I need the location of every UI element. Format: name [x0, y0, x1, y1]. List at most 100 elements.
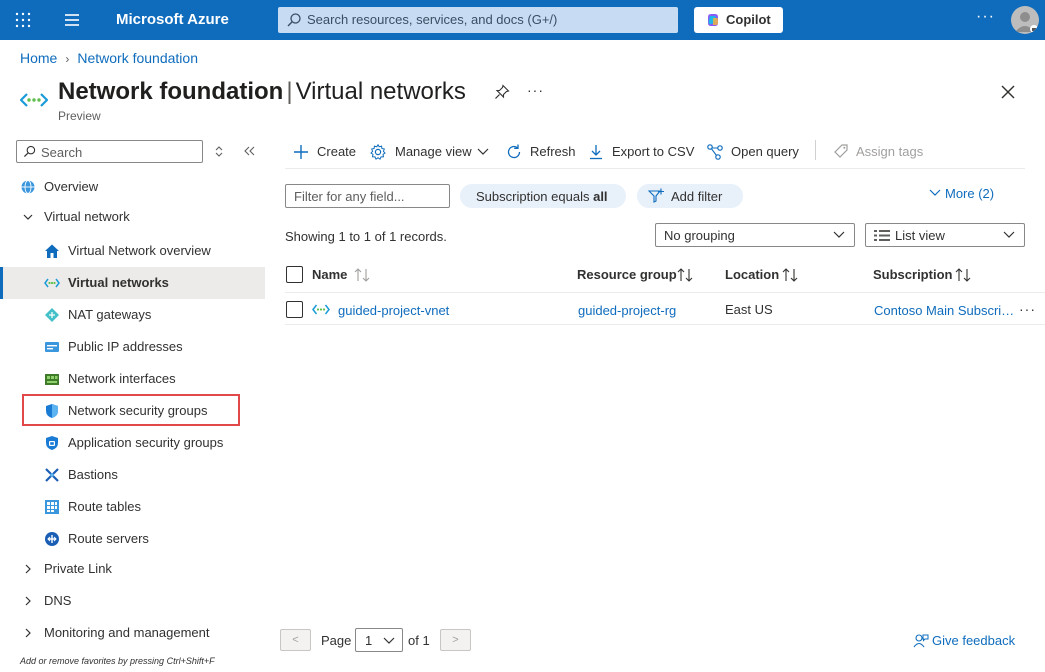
global-search-input[interactable]: Search resources, services, and docs (G+… — [278, 7, 678, 33]
next-page-button[interactable]: > — [440, 629, 471, 651]
chevron-down-icon — [929, 189, 941, 196]
row-checkbox[interactable] — [286, 301, 303, 318]
copilot-icon — [708, 14, 718, 26]
row-more-icon[interactable]: ··· — [1019, 301, 1036, 317]
breadcrumb-network-foundation[interactable]: Network foundation — [77, 50, 198, 66]
nav-item-label: Route tables — [68, 499, 141, 514]
download-icon — [590, 145, 602, 160]
column-header-subscription[interactable]: Subscription — [873, 267, 952, 282]
nav-item-virtual-network-overview[interactable]: Virtual Network overview — [0, 235, 265, 267]
top-bar: Microsoft Azure Search resources, servic… — [0, 0, 1045, 40]
more-filters-link[interactable]: More (2) — [929, 186, 994, 201]
sort-icon[interactable] — [677, 268, 694, 282]
nav-item-nat-gateways[interactable]: NAT gateways — [0, 299, 265, 331]
nav-item-network-interfaces[interactable]: Network interfaces — [0, 363, 265, 395]
row-resource-group-link[interactable]: guided-project-rg — [578, 303, 676, 318]
sort-icon[interactable] — [955, 268, 972, 282]
nav-item-label: Monitoring and management — [44, 625, 210, 640]
settings-more-icon[interactable]: ··· — [976, 8, 995, 26]
page-title-separator: | — [286, 78, 293, 105]
highlight-box — [22, 394, 240, 426]
more-filters-label: More (2) — [945, 186, 995, 201]
column-header-location[interactable]: Location — [725, 267, 779, 282]
nav-item-label: Route servers — [68, 531, 149, 546]
select-all-checkbox[interactable] — [286, 266, 303, 283]
chevron-right-icon — [25, 628, 31, 638]
chevron-right-icon: › — [65, 52, 70, 66]
page-select[interactable]: 1 — [355, 628, 403, 652]
nav-item-label: Application security groups — [68, 435, 224, 450]
view-dropdown[interactable]: List view — [865, 223, 1025, 247]
chevron-down-icon — [477, 148, 489, 155]
route-table-icon — [45, 500, 59, 514]
page-subtitle: Preview — [58, 109, 101, 123]
nav-group-monitoring-and-management[interactable]: Monitoring and management — [0, 617, 265, 649]
add-filter-button[interactable]: Add filter — [637, 184, 743, 208]
filter-input[interactable]: Filter for any field... — [285, 184, 450, 208]
refresh-button[interactable]: Refresh — [505, 142, 576, 162]
export-csv-button[interactable]: Export to CSV — [587, 142, 694, 162]
column-header-resource-group[interactable]: Resource group — [577, 267, 677, 282]
manage-view-button[interactable]: Manage view — [369, 142, 491, 162]
collapse-nav-icon[interactable] — [243, 145, 255, 157]
nat-gateway-icon — [45, 308, 59, 322]
global-search-placeholder: Search resources, services, and docs (G+… — [307, 12, 558, 27]
close-icon[interactable] — [1001, 85, 1015, 99]
chevron-right-icon — [25, 564, 31, 574]
avatar[interactable] — [1011, 6, 1039, 34]
nav-group-private-link[interactable]: Private Link — [0, 553, 265, 585]
app-launcher-icon[interactable] — [14, 11, 32, 29]
open-query-button[interactable]: Open query — [706, 142, 802, 162]
previous-page-button[interactable]: < — [280, 629, 311, 651]
expand-collapse-icon[interactable] — [214, 145, 224, 158]
nav-item-label: Private Link — [44, 561, 112, 576]
grouping-dropdown[interactable]: No grouping — [655, 223, 855, 247]
nav-item-overview[interactable]: Overview — [0, 171, 265, 203]
sort-icon[interactable] — [782, 268, 799, 282]
column-header-name[interactable]: Name — [312, 267, 347, 282]
nav-item-label: Virtual networks — [68, 275, 169, 290]
page-more-icon[interactable]: ··· — [527, 82, 544, 98]
breadcrumb-home[interactable]: Home — [20, 50, 57, 66]
chevron-down-icon — [833, 231, 845, 238]
nav-item-label: Overview — [44, 179, 99, 194]
row-divider — [285, 324, 1045, 325]
vnet-icon — [312, 304, 330, 315]
row-subscription-link[interactable]: Contoso Main Subscri… — [874, 303, 1014, 318]
header-divider — [285, 292, 1045, 293]
nav-item-virtual-networks[interactable]: Virtual networks — [0, 267, 265, 299]
nav-item-label: Public IP addresses — [68, 339, 183, 354]
page-title: Network foundation | Virtual networks — [58, 78, 466, 106]
nav-item-label: NAT gateways — [68, 307, 152, 322]
hamburger-menu-icon[interactable] — [62, 12, 82, 28]
copilot-button[interactable]: Copilot — [694, 7, 783, 33]
portal-brand[interactable]: Microsoft Azure — [116, 11, 229, 28]
nav-search-placeholder: Search — [41, 145, 83, 160]
toolbar-underline — [285, 168, 1025, 169]
chevron-down-icon — [1003, 231, 1015, 238]
pin-icon[interactable] — [494, 84, 510, 100]
page-label: Page — [321, 633, 352, 648]
nav-item-application-security-groups[interactable]: Application security groups — [0, 427, 265, 459]
refresh-icon — [507, 144, 521, 159]
assign-tags-button[interactable]: Assign tags — [832, 142, 924, 162]
chevron-down-icon — [23, 214, 33, 220]
nav-group-virtual-network[interactable]: Virtual network — [0, 201, 265, 233]
query-icon — [707, 144, 723, 160]
nav-item-route-servers[interactable]: Route servers — [0, 523, 265, 555]
create-button[interactable]: Create — [292, 142, 358, 162]
nav-item-label: Virtual Network overview — [68, 243, 211, 258]
subscription-filter-pill[interactable]: Subscription equals all — [460, 184, 626, 208]
row-name-link[interactable]: guided-project-vnet — [338, 303, 449, 318]
add-filter-icon — [648, 188, 664, 203]
chevron-down-icon — [383, 637, 395, 644]
nav-item-public-ip-addresses[interactable]: Public IP addresses — [0, 331, 265, 363]
nav-item-bastions[interactable]: Bastions — [0, 459, 265, 491]
row-location: East US — [725, 302, 773, 317]
nav-item-route-tables[interactable]: Route tables — [0, 491, 265, 523]
nav-group-dns[interactable]: DNS — [0, 585, 265, 617]
globe-icon — [21, 180, 35, 194]
sort-icon[interactable] — [354, 268, 371, 282]
vnet-icon — [44, 278, 60, 288]
nav-search-input[interactable]: Search — [16, 140, 203, 163]
